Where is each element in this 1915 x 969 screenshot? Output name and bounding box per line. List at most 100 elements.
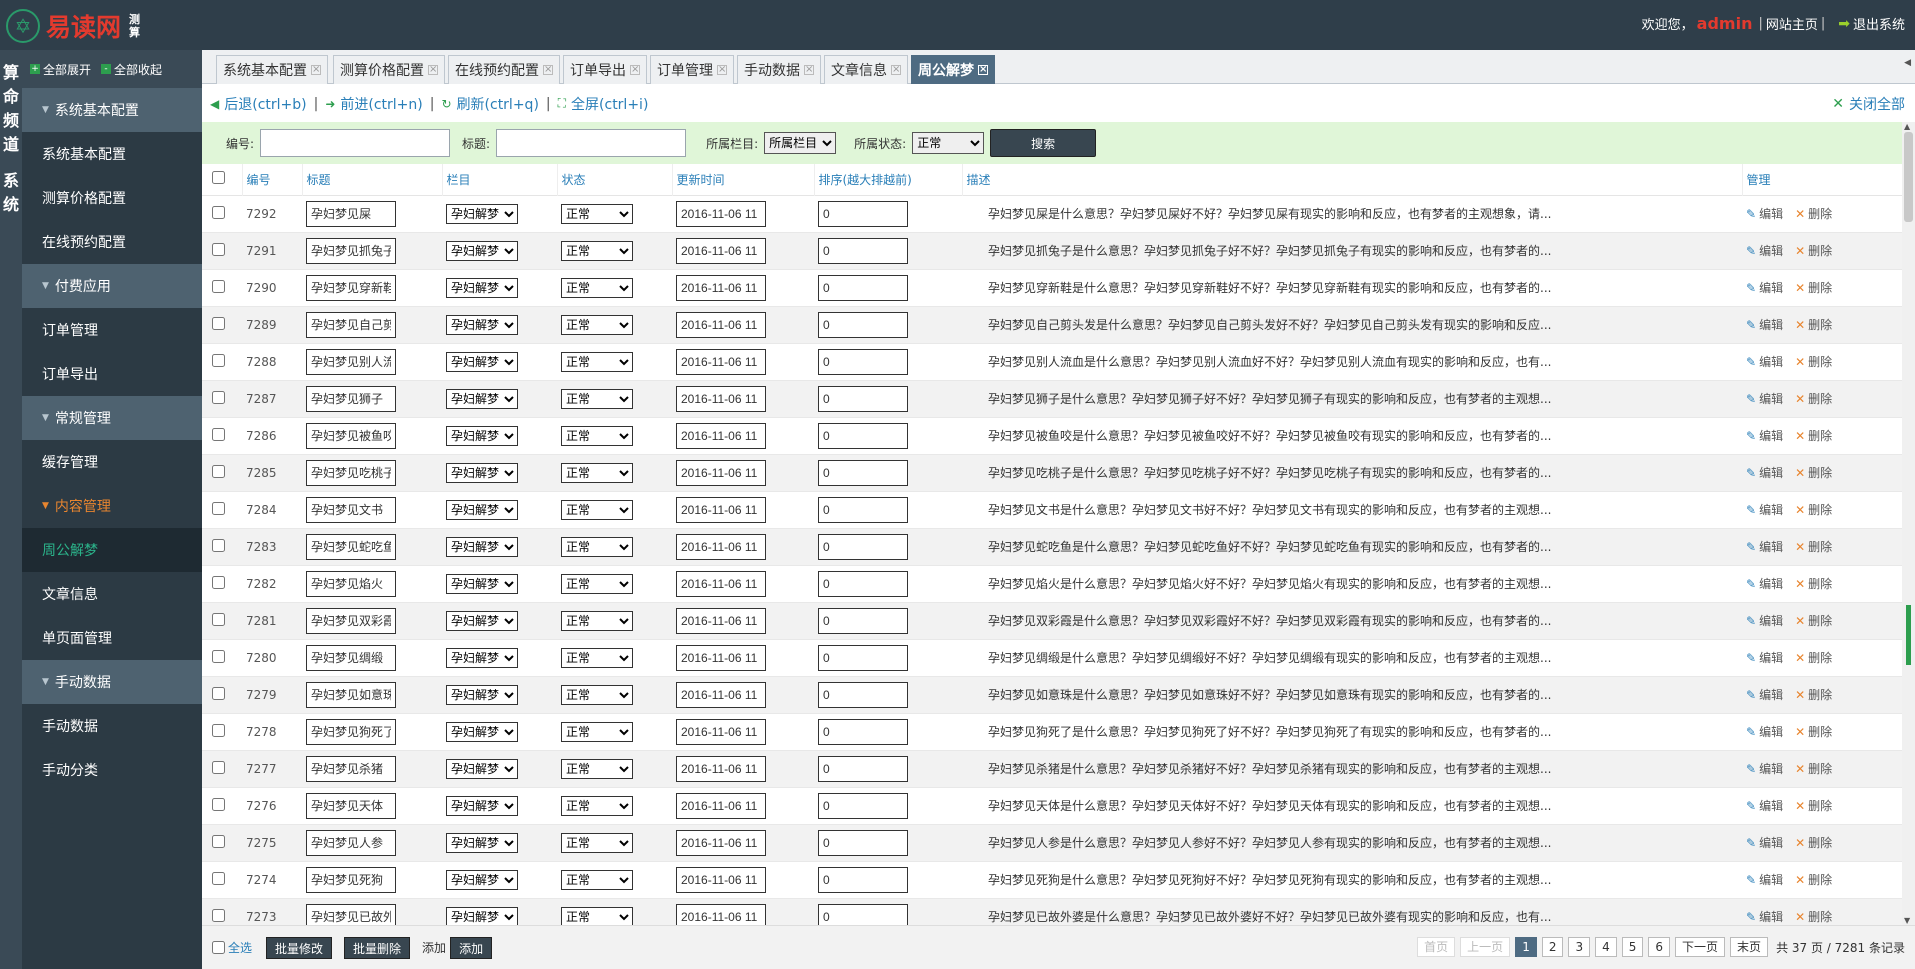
select-all-control[interactable]: 全选 [212,939,252,956]
row-column-select[interactable]: 孕妇解梦 [446,684,518,705]
row-sort-input[interactable] [818,644,908,671]
sidebar-item-order-management[interactable]: 订单管理 [22,308,202,352]
batch-delete-button[interactable]: 批量删除 [344,936,411,959]
page-button[interactable]: 2 [1541,937,1564,957]
sidebar-item-dream-interpretation[interactable]: 周公解梦 [22,528,202,572]
column-header[interactable]: 管理 [1742,164,1902,195]
prev-page-button[interactable]: 上一页 [1460,937,1511,957]
column-header[interactable]: 描述 [962,164,1743,195]
row-title-input[interactable] [306,496,396,523]
row-status-select[interactable]: 正常 [561,573,633,594]
tab-price-config[interactable]: 测算价格配置 × [333,55,445,84]
edit-button[interactable]: ✎ 编辑 [1746,836,1783,850]
column-header[interactable]: 编号 [242,164,303,195]
row-checkbox[interactable] [212,760,225,774]
row-sort-input[interactable] [818,348,908,375]
row-column-select[interactable]: 孕妇解梦 [446,869,518,890]
row-column-select[interactable]: 孕妇解梦 [446,795,518,816]
column-filter-select[interactable]: 所属栏目 [764,132,837,154]
delete-button[interactable]: ✕ 删除 [1795,466,1832,480]
vertical-scrollbar[interactable]: ▲ ▼ [1902,122,1915,925]
home-link[interactable]: 网站主页 [1766,14,1818,33]
row-checkbox[interactable] [212,538,225,552]
row-date-input[interactable] [676,237,766,264]
expand-all-button[interactable]: + 全部展开 [30,61,91,78]
edit-button[interactable]: ✎ 编辑 [1746,651,1783,665]
row-date-input[interactable] [676,200,766,227]
delete-button[interactable]: ✕ 删除 [1795,429,1832,443]
row-sort-input[interactable] [818,496,908,523]
row-date-input[interactable] [676,644,766,671]
row-sort-input[interactable] [818,903,908,925]
row-title-input[interactable] [306,644,396,671]
next-page-button[interactable]: 下一页 [1675,937,1726,957]
row-column-select[interactable]: 孕妇解梦 [446,240,518,261]
edit-button[interactable]: ✎ 编辑 [1746,429,1783,443]
tab-order-export[interactable]: 订单导出 × [563,55,647,84]
row-date-input[interactable] [676,570,766,597]
row-column-select[interactable]: 孕妇解梦 [446,610,518,631]
column-header[interactable]: 更新时间 [672,164,815,195]
row-sort-input[interactable] [818,533,908,560]
sidebar-item-article-info[interactable]: 文章信息 [22,572,202,616]
row-sort-input[interactable] [818,792,908,819]
edit-button[interactable]: ✎ 编辑 [1746,318,1783,332]
delete-button[interactable]: ✕ 删除 [1795,392,1832,406]
row-date-input[interactable] [676,607,766,634]
row-title-input[interactable] [306,237,396,264]
delete-button[interactable]: ✕ 删除 [1795,762,1832,776]
row-checkbox[interactable] [212,501,225,515]
row-sort-input[interactable] [818,681,908,708]
row-checkbox[interactable] [212,612,225,626]
row-checkbox[interactable] [212,316,225,330]
row-title-input[interactable] [306,459,396,486]
sidebar-section-content[interactable]: ▼ 内容管理 [22,484,202,528]
close-icon[interactable]: × [311,65,321,75]
close-all-button[interactable]: ✕ 关闭全部 [1832,94,1905,114]
edit-button[interactable]: ✎ 编辑 [1746,540,1783,554]
row-checkbox[interactable] [212,871,225,885]
row-title-input[interactable] [306,533,396,560]
row-column-select[interactable]: 孕妇解梦 [446,832,518,853]
row-sort-input[interactable] [818,311,908,338]
close-icon[interactable]: × [428,65,438,75]
select-all-bottom-checkbox[interactable] [212,941,225,954]
tab-system-config[interactable]: 系统基本配置 × [216,55,328,84]
row-sort-input[interactable] [818,829,908,856]
row-status-select[interactable]: 正常 [561,869,633,890]
edit-button[interactable]: ✎ 编辑 [1746,207,1783,221]
fullscreen-button[interactable]: ⛶ 全屏(ctrl+i) [558,94,649,114]
column-header[interactable]: 标题 [302,164,443,195]
edit-button[interactable]: ✎ 编辑 [1746,244,1783,258]
row-status-select[interactable]: 正常 [561,277,633,298]
row-title-input[interactable] [306,866,396,893]
tab-article-info[interactable]: 文章信息 × [824,55,908,84]
id-filter-input[interactable] [260,129,451,157]
row-sort-input[interactable] [818,718,908,745]
row-date-input[interactable] [676,718,766,745]
row-status-select[interactable]: 正常 [561,425,633,446]
row-column-select[interactable]: 孕妇解梦 [446,388,518,409]
logout-link[interactable]: 退出系统 [1853,14,1905,33]
row-checkbox[interactable] [212,427,225,441]
row-title-input[interactable] [306,422,396,449]
row-status-select[interactable]: 正常 [561,462,633,483]
row-column-select[interactable]: 孕妇解梦 [446,536,518,557]
delete-button[interactable]: ✕ 删除 [1795,503,1832,517]
row-date-input[interactable] [676,459,766,486]
delete-button[interactable]: ✕ 删除 [1795,577,1832,591]
title-filter-input[interactable] [496,129,687,157]
row-sort-input[interactable] [818,607,908,634]
collapse-all-button[interactable]: - 全部收起 [101,61,162,78]
first-page-button[interactable]: 首页 [1417,937,1456,957]
row-checkbox[interactable] [212,723,225,737]
close-icon[interactable]: × [804,65,814,75]
row-sort-input[interactable] [818,274,908,301]
user-name[interactable]: admin [1697,14,1753,33]
tab-scroll-right-icon[interactable]: ◀ [1904,58,1911,68]
row-column-select[interactable]: 孕妇解梦 [446,573,518,594]
row-status-select[interactable]: 正常 [561,388,633,409]
edit-button[interactable]: ✎ 编辑 [1746,503,1783,517]
edit-button[interactable]: ✎ 编辑 [1746,725,1783,739]
edit-button[interactable]: ✎ 编辑 [1746,614,1783,628]
